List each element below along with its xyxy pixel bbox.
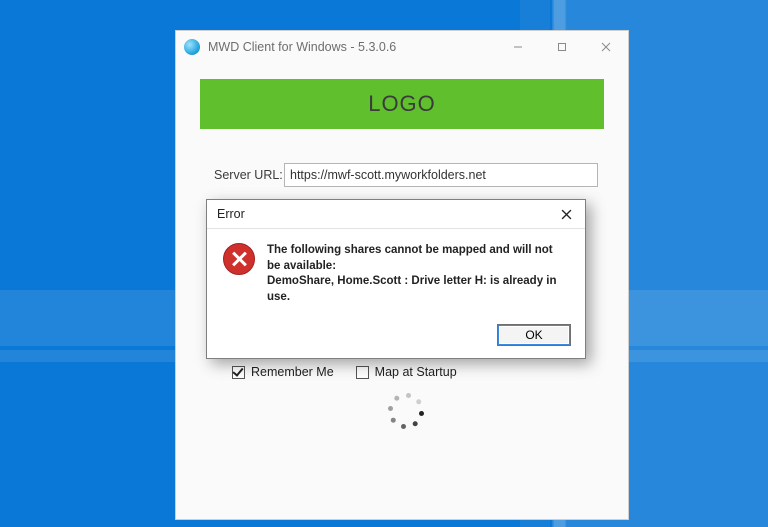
map-at-startup-checkbox[interactable]: Map at Startup <box>356 365 457 379</box>
checkbox-icon <box>356 366 369 379</box>
error-icon <box>223 243 255 275</box>
checkbox-row: Remember Me Map at Startup <box>214 365 598 379</box>
minimize-button[interactable] <box>496 31 540 63</box>
logo-text: LOGO <box>368 91 436 117</box>
server-url-row: Server URL: <box>214 163 598 187</box>
titlebar[interactable]: MWD Client for Windows - 5.3.0.6 <box>176 31 628 63</box>
close-button[interactable] <box>584 31 628 63</box>
error-dialog: Error The following shares cannot be map… <box>206 199 586 359</box>
loading-spinner-icon <box>388 393 424 429</box>
remember-me-label: Remember Me <box>251 365 334 379</box>
checkbox-icon <box>232 366 245 379</box>
dialog-message-line1: The following shares cannot be mapped an… <box>267 243 567 274</box>
dialog-message: The following shares cannot be mapped an… <box>267 243 567 305</box>
server-url-label: Server URL: <box>214 168 284 182</box>
app-icon <box>184 39 200 55</box>
ok-button[interactable]: OK <box>497 324 571 346</box>
dialog-message-line2: DemoShare, Home.Scott : Drive letter H: … <box>267 274 567 305</box>
window-title: MWD Client for Windows - 5.3.0.6 <box>208 40 396 54</box>
logo-banner: LOGO <box>200 79 604 129</box>
server-url-input[interactable] <box>284 163 598 187</box>
dialog-titlebar[interactable]: Error <box>207 200 585 229</box>
dialog-title-text: Error <box>217 207 245 221</box>
map-at-startup-label: Map at Startup <box>375 365 457 379</box>
maximize-button[interactable] <box>540 31 584 63</box>
desktop-background: MWD Client for Windows - 5.3.0.6 LOGO Se… <box>0 0 768 527</box>
remember-me-checkbox[interactable]: Remember Me <box>232 365 334 379</box>
dialog-close-button[interactable] <box>553 203 579 225</box>
